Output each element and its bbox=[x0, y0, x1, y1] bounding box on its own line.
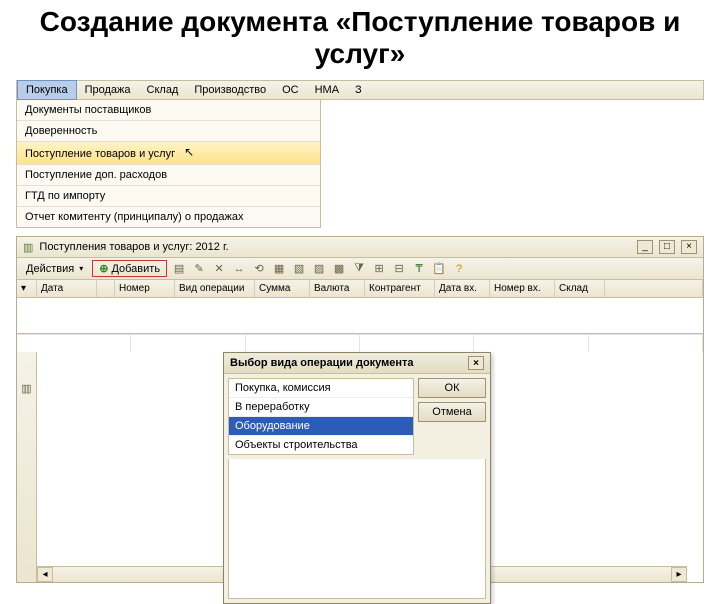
menu-item-z[interactable]: З bbox=[347, 81, 370, 99]
add-button[interactable]: ⊕ Добавить bbox=[92, 260, 167, 277]
op-processing[interactable]: В переработку bbox=[229, 398, 413, 417]
tb-icon-b7[interactable]: ⊟ bbox=[391, 261, 407, 277]
cancel-button[interactable]: Отмена bbox=[418, 402, 486, 422]
col-spacer bbox=[605, 280, 703, 297]
slide-title: Создание документа «Поступление товаров … bbox=[0, 0, 720, 80]
menu-goods-receipt-label: Поступление товаров и услуг bbox=[25, 148, 175, 160]
op-construction[interactable]: Объекты строительства bbox=[229, 436, 413, 454]
list-toolbar: Действия ▾ ⊕ Добавить ▤ ✎ ✕ ↔ ⟲ ▦ ▧ ▨ ▩ … bbox=[17, 258, 703, 280]
tb-icon-b2[interactable]: ▦ bbox=[271, 261, 287, 277]
dialog-titlebar: Выбор вида операции документа × bbox=[224, 353, 490, 374]
list-window: ▥ Поступления товаров и услуг: 2012 г. _… bbox=[16, 236, 704, 583]
dialog-title: Выбор вида операции документа bbox=[230, 357, 414, 369]
tb-icon-b3[interactable]: ▧ bbox=[291, 261, 307, 277]
plus-icon: ⊕ bbox=[99, 262, 108, 275]
tb-icon-b8[interactable]: ₸ bbox=[411, 261, 427, 277]
menu-additional-costs[interactable]: Поступление доп. расходов bbox=[17, 165, 320, 186]
col-counterparty[interactable]: Контрагент bbox=[365, 280, 435, 297]
menu-supplier-docs[interactable]: Документы поставщиков bbox=[17, 100, 320, 121]
dialog-list-empty bbox=[228, 459, 486, 599]
col-sum[interactable]: Сумма bbox=[255, 280, 310, 297]
list-window-title: Поступления товаров и услуг: 2012 г. bbox=[39, 241, 228, 253]
dialog-close-button[interactable]: × bbox=[468, 356, 484, 370]
grid-body[interactable] bbox=[17, 298, 703, 334]
col-operation[interactable]: Вид операции bbox=[175, 280, 255, 297]
tb-icon-edit[interactable]: ▤ bbox=[171, 261, 187, 277]
menu-item-os[interactable]: ОС bbox=[274, 81, 307, 99]
tb-icon-mark[interactable]: ✕ bbox=[211, 261, 227, 277]
menubar: Покупка Продажа Склад Производство ОС НМ… bbox=[16, 80, 704, 100]
maximize-button[interactable]: □ bbox=[659, 240, 675, 254]
menu-goods-receipt[interactable]: Поступление товаров и услуг ↖ bbox=[17, 142, 320, 165]
tb-icon-copy[interactable]: ✎ bbox=[191, 261, 207, 277]
tb-icon-b9[interactable]: 📋 bbox=[431, 261, 447, 277]
col-sort[interactable] bbox=[97, 280, 115, 297]
col-date-in[interactable]: Дата вх. bbox=[435, 280, 490, 297]
grid-footer bbox=[17, 334, 703, 352]
scroll-right-icon[interactable]: ▸ bbox=[671, 567, 687, 582]
menu-item-production[interactable]: Производство bbox=[186, 81, 274, 99]
purchase-dropdown-menu: Документы поставщиков Доверенность Посту… bbox=[16, 100, 321, 228]
operation-type-dialog: Выбор вида операции документа × Покупка,… bbox=[223, 352, 491, 604]
add-label: Добавить bbox=[111, 263, 160, 275]
document-icon: ▥ bbox=[23, 241, 33, 254]
scroll-area: ◂ ▸ Выбор вида операции документа × Поку… bbox=[37, 352, 703, 582]
menu-committent-report[interactable]: Отчет комитенту (принципалу) о продажах bbox=[17, 207, 320, 227]
col-date[interactable]: Дата bbox=[37, 280, 97, 297]
actions-button[interactable]: Действия ▾ bbox=[21, 261, 88, 277]
actions-label: Действия bbox=[26, 263, 74, 275]
chevron-down-icon: ▾ bbox=[79, 264, 83, 273]
col-number[interactable]: Номер bbox=[115, 280, 175, 297]
lower-area: ▥ ◂ ▸ Выбор вида операции документа × bbox=[17, 352, 703, 582]
ok-button[interactable]: ОК bbox=[418, 378, 486, 398]
menu-item-sale[interactable]: Продажа bbox=[77, 81, 139, 99]
col-icon[interactable]: ▾ bbox=[17, 280, 37, 297]
tb-icon-refresh[interactable]: ↔ bbox=[231, 261, 247, 277]
col-currency[interactable]: Валюта bbox=[310, 280, 365, 297]
menu-item-warehouse[interactable]: Склад bbox=[139, 81, 187, 99]
menu-power-of-attorney[interactable]: Доверенность bbox=[17, 121, 320, 142]
menu-item-purchase[interactable]: Покупка bbox=[17, 80, 77, 100]
tb-icon-filter[interactable]: ⧩ bbox=[351, 261, 367, 277]
grid-header: ▾ Дата Номер Вид операции Сумма Валюта К… bbox=[17, 280, 703, 298]
op-purchase-commission[interactable]: Покупка, комиссия bbox=[229, 379, 413, 398]
tb-icon-help[interactable]: ? bbox=[451, 261, 467, 277]
side-icon[interactable]: ▥ bbox=[21, 382, 31, 395]
close-button[interactable]: × bbox=[681, 240, 697, 254]
app-frame: Покупка Продажа Склад Производство ОС НМ… bbox=[16, 80, 704, 583]
tb-icon-b5[interactable]: ▩ bbox=[331, 261, 347, 277]
left-toolbar: ▥ bbox=[17, 352, 37, 582]
col-number-in[interactable]: Номер вх. bbox=[490, 280, 555, 297]
menu-gtd-import[interactable]: ГТД по импорту bbox=[17, 186, 320, 207]
scroll-left-icon[interactable]: ◂ bbox=[37, 567, 53, 582]
list-window-titlebar: ▥ Поступления товаров и услуг: 2012 г. _… bbox=[17, 237, 703, 258]
op-equipment[interactable]: Оборудование bbox=[229, 417, 413, 436]
cursor-icon: ↖ bbox=[184, 145, 194, 159]
operation-list[interactable]: Покупка, комиссия В переработку Оборудов… bbox=[228, 378, 414, 455]
tb-icon-b1[interactable]: ⟲ bbox=[251, 261, 267, 277]
col-warehouse[interactable]: Склад bbox=[555, 280, 605, 297]
minimize-button[interactable]: _ bbox=[637, 240, 653, 254]
tb-icon-b6[interactable]: ⊞ bbox=[371, 261, 387, 277]
tb-icon-b4[interactable]: ▨ bbox=[311, 261, 327, 277]
menu-item-nma[interactable]: НМА bbox=[307, 81, 347, 99]
